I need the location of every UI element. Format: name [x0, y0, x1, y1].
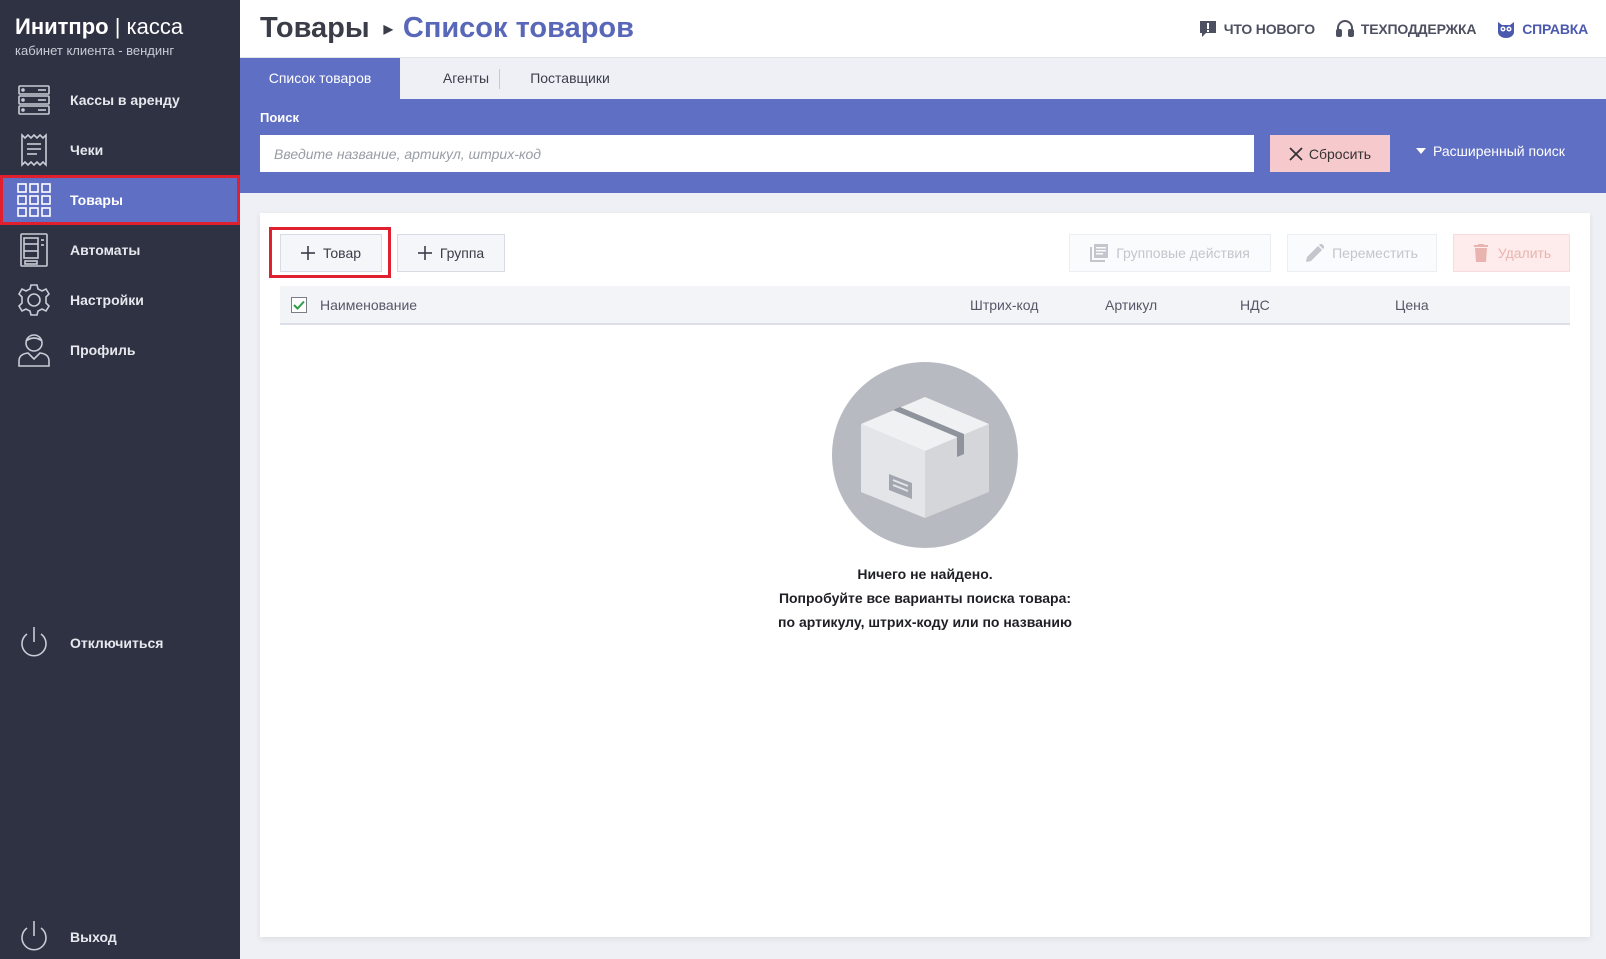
tab-product-list[interactable]: Список товаров: [240, 58, 400, 99]
cash-register-icon: [18, 85, 50, 115]
column-header-barcode[interactable]: Штрих-код: [970, 297, 1038, 313]
vending-machine-icon: [20, 233, 48, 267]
reset-button[interactable]: Сбросить: [1270, 135, 1390, 172]
power-icon: [21, 921, 47, 951]
search-label: Поиск: [260, 110, 300, 125]
tab-divider: [499, 69, 500, 89]
logout-label: Выход: [70, 929, 117, 945]
sidebar-item-vending-machines[interactable]: Автоматы: [0, 225, 240, 275]
column-header-sku[interactable]: Артикул: [1105, 297, 1157, 313]
add-product-button[interactable]: Товар: [280, 234, 382, 272]
reset-label: Сбросить: [1308, 145, 1372, 162]
tab-bar: Список товаров Агенты Поставщики: [240, 58, 1606, 99]
breadcrumb-separator-icon: ▶: [383, 21, 393, 36]
sidebar-item-label: Кассы в аренду: [70, 92, 180, 108]
sidebar-item-settings[interactable]: Настройки: [0, 275, 240, 325]
group-actions-label: Групповые действия: [1116, 245, 1250, 261]
empty-line-1: Ничего не найдено.: [857, 566, 993, 582]
empty-line-2: Попробуйте все варианты поиска товара:: [778, 590, 1072, 606]
sidebar-item-rental-registers[interactable]: Кассы в аренду: [0, 75, 240, 125]
pencil-icon: [1306, 244, 1325, 262]
search-input[interactable]: [260, 135, 1254, 172]
close-icon: [1289, 146, 1303, 161]
sidebar-item-disconnect[interactable]: Отключиться: [0, 618, 240, 668]
caret-down-icon: [1416, 148, 1426, 154]
add-group-button[interactable]: Группа: [397, 234, 505, 272]
support-label: ТЕХПОДДЕРЖКА: [1360, 21, 1477, 37]
receipt-icon: [21, 133, 47, 167]
logo-subtitle: кабинет клиента - вендинг: [15, 43, 175, 58]
group-actions-button[interactable]: Групповые действия: [1069, 234, 1271, 272]
sidebar-item-label: Настройки: [70, 292, 144, 308]
empty-line-3: по артикулу, штрих-коду или по названию: [778, 614, 1072, 630]
add-group-label: Группа: [439, 245, 485, 261]
delete-label: Удалить: [1497, 245, 1552, 261]
logo-title: Инитпро | касса: [15, 14, 184, 39]
sidebar-item-logout[interactable]: Выход: [0, 912, 240, 959]
check-icon: [293, 300, 305, 310]
owl-icon: [1498, 22, 1515, 38]
plus-icon: [300, 246, 315, 260]
help-link[interactable]: СПРАВКА: [1496, 19, 1588, 39]
help-label: СПРАВКА: [1522, 21, 1588, 37]
sidebar-item-label: Чеки: [70, 142, 104, 158]
logo[interactable]: Инитпро | касса кабинет клиента - вендин…: [15, 14, 183, 58]
whats-new-link[interactable]: ЧТО НОВОГО: [1198, 19, 1315, 39]
add-product-label: Товар: [322, 245, 362, 261]
headset-icon: [1335, 20, 1354, 37]
sidebar-item-profile[interactable]: Профиль: [0, 325, 240, 375]
move-label: Переместить: [1332, 245, 1418, 261]
column-header-price[interactable]: Цена: [1395, 297, 1429, 313]
sidebar-item-label: Автоматы: [70, 242, 141, 258]
delete-button[interactable]: Удалить: [1453, 234, 1570, 272]
breadcrumb-current: Список товаров: [402, 12, 634, 44]
sidebar-item-label: Профиль: [70, 342, 136, 358]
column-header-vat[interactable]: НДС: [1240, 297, 1270, 313]
gear-icon: [17, 284, 51, 316]
sidebar-item-products[interactable]: Товары: [0, 175, 240, 225]
move-button[interactable]: Переместить: [1287, 234, 1437, 272]
plus-icon: [417, 246, 432, 260]
advanced-search-label: Расширенный поиск: [1433, 143, 1565, 159]
power-icon: [21, 627, 47, 657]
search-panel: Поиск Сбросить Расширенный поиск: [240, 99, 1606, 193]
sidebar-item-receipts[interactable]: Чеки: [0, 125, 240, 175]
empty-box-icon: [832, 362, 1018, 548]
speech-alert-icon: [1199, 21, 1216, 37]
product-list-card: Товар Группа Групповые действия Перемест…: [260, 213, 1590, 937]
sidebar: Инитпро | касса кабинет клиента - вендин…: [0, 0, 240, 959]
grid-icon: [17, 183, 51, 217]
support-link[interactable]: ТЕХПОДДЕРЖКА: [1335, 19, 1476, 39]
column-header-name[interactable]: Наименование: [320, 297, 417, 313]
disconnect-label: Отключиться: [70, 635, 164, 651]
header: Товары ▶ Список товаров ЧТО НОВОГО ТЕХПО…: [240, 0, 1606, 58]
header-links: ЧТО НОВОГО ТЕХПОДДЕРЖКА СПРАВКА: [1198, 19, 1588, 39]
stack-list-icon: [1090, 244, 1109, 262]
breadcrumb-root[interactable]: Товары: [260, 12, 370, 45]
advanced-search-toggle[interactable]: Расширенный поиск: [1416, 143, 1565, 159]
tab-suppliers[interactable]: Поставщики: [506, 58, 634, 99]
sidebar-item-label: Товары: [70, 192, 123, 208]
empty-state-message: Ничего не найдено. Попробуйте все вариан…: [260, 562, 1590, 634]
select-all-checkbox[interactable]: [291, 297, 307, 313]
table-header: Наименование Штрих-код Артикул НДС Цена: [280, 286, 1570, 325]
whats-new-label: ЧТО НОВОГО: [1223, 21, 1315, 37]
trash-icon: [1473, 244, 1488, 262]
user-icon: [18, 334, 50, 367]
breadcrumb: Товары ▶ Список товаров: [260, 12, 634, 45]
